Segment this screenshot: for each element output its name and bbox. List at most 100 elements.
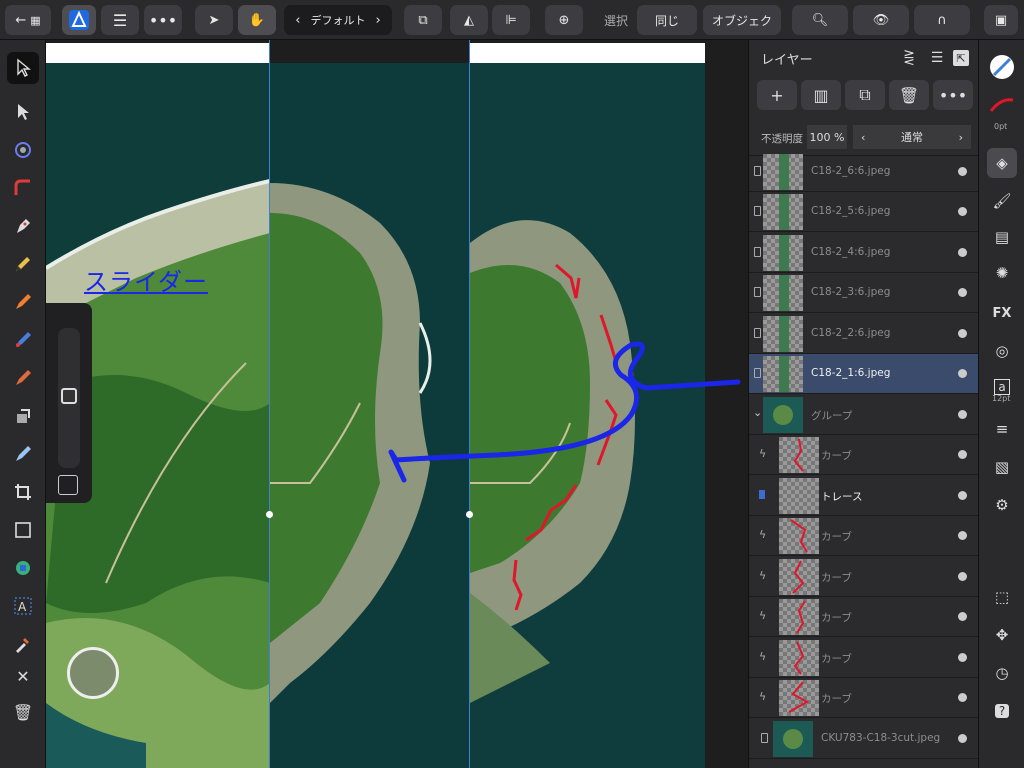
- delete-button[interactable]: 🗑︎: [7, 696, 39, 728]
- snapping-button[interactable]: ∩: [914, 5, 970, 35]
- move-tool[interactable]: [7, 52, 39, 84]
- visibility-dot[interactable]: [958, 612, 967, 621]
- layer-row-selected[interactable]: C18-2_1:6.jpeg: [749, 354, 979, 394]
- add-layer-button[interactable]: +: [757, 80, 797, 110]
- blend-mode-selector[interactable]: ‹ 通常 ›: [853, 125, 971, 149]
- effects-studio-button[interactable]: FX: [987, 298, 1017, 328]
- brushes-studio-button[interactable]: 🖌︎: [987, 186, 1017, 216]
- visibility-dot[interactable]: [958, 288, 967, 297]
- flip-horizontal-button[interactable]: ◭: [450, 5, 488, 35]
- layer-row[interactable]: C18-2_2:6.jpeg: [749, 314, 979, 354]
- command-controller-button[interactable]: [67, 647, 119, 699]
- select-object-button[interactable]: オブジェク: [703, 5, 781, 35]
- slider-thumb[interactable]: [61, 388, 77, 404]
- arrange-button[interactable]: ⧉: [404, 5, 442, 35]
- gradient-tool[interactable]: [7, 438, 39, 470]
- visibility-dot[interactable]: [958, 693, 967, 702]
- help-button[interactable]: ?: [987, 696, 1017, 726]
- pencil-tool[interactable]: [7, 248, 39, 280]
- visibility-dot[interactable]: [958, 734, 967, 743]
- chevron-down-icon[interactable]: ⌄: [753, 406, 762, 419]
- navigator-studio-button[interactable]: ◎: [987, 336, 1017, 366]
- transparency-icon: [17, 409, 30, 423]
- layer-row-group[interactable]: ⌄ グループ: [749, 395, 979, 435]
- layer-row[interactable]: ϟ カーブ: [749, 435, 979, 475]
- pen-tool[interactable]: [7, 210, 39, 242]
- rectangle-tool[interactable]: [7, 514, 39, 546]
- studio-toggle-button[interactable]: ▣: [984, 5, 1018, 35]
- stroke-studio-button[interactable]: [987, 90, 1017, 120]
- zoom-button[interactable]: 🔍︎: [792, 5, 848, 35]
- canvas-area[interactable]: [46, 40, 748, 768]
- context-preset-selector[interactable]: ‹ デフォルト ›: [284, 5, 392, 35]
- visibility-dot[interactable]: [958, 410, 967, 419]
- paragraph-studio-button[interactable]: ≡: [987, 414, 1017, 444]
- artistic-text-tool[interactable]: A: [7, 590, 39, 622]
- crop-tool[interactable]: [7, 476, 39, 508]
- history-studio-button[interactable]: ◷: [987, 658, 1017, 688]
- selection-handle[interactable]: [466, 511, 473, 518]
- layer-row[interactable]: ϟ カーブ: [749, 557, 979, 597]
- visibility-dot[interactable]: [958, 167, 967, 176]
- color-studio-button[interactable]: [987, 52, 1017, 82]
- document-settings-button[interactable]: ⚙︎: [987, 490, 1017, 520]
- add-mask-button[interactable]: ▥: [801, 80, 841, 110]
- brush-tool[interactable]: [7, 362, 39, 394]
- assets-studio-button[interactable]: ▧: [987, 452, 1017, 482]
- visibility-dot[interactable]: [958, 572, 967, 581]
- select-same-button[interactable]: 同じ: [637, 5, 697, 35]
- delete-layer-button[interactable]: 🗑︎: [889, 80, 929, 110]
- expand-icon[interactable]: [58, 475, 78, 495]
- visibility-dot[interactable]: [958, 491, 967, 500]
- appearance-studio-button[interactable]: ✺: [987, 258, 1017, 288]
- transform-studio-button[interactable]: ⬚: [987, 582, 1017, 612]
- visibility-dot[interactable]: [958, 369, 967, 378]
- layer-row[interactable]: トレース: [749, 476, 979, 516]
- opacity-value[interactable]: 100 %: [807, 125, 847, 149]
- layer-row[interactable]: C18-2_6:6.jpeg: [749, 152, 979, 192]
- red-curve: [512, 559, 523, 611]
- layer-visibility-options-icon[interactable]: ⋛: [899, 48, 919, 68]
- move-tool-context-button[interactable]: ➤: [195, 5, 233, 35]
- vector-brush-tool[interactable]: [7, 286, 39, 318]
- close-panel-button[interactable]: ✕: [7, 660, 39, 692]
- layer-row[interactable]: ϟ カーブ: [749, 638, 979, 678]
- point-transform-tool[interactable]: [7, 134, 39, 166]
- layer-row[interactable]: C18-2_5:6.jpeg: [749, 192, 979, 232]
- stock-studio-button[interactable]: ▤: [987, 222, 1017, 252]
- document-menu-button[interactable]: ☰: [101, 5, 139, 35]
- layer-row[interactable]: ϟ カーブ: [749, 516, 979, 556]
- hand-gesture-button[interactable]: ✋: [238, 5, 276, 35]
- fill-tool[interactable]: [7, 324, 39, 356]
- persona-designer-button[interactable]: [62, 5, 96, 35]
- align-button[interactable]: ⊫: [492, 5, 530, 35]
- visibility-dot[interactable]: [958, 450, 967, 459]
- back-to-gallery-button[interactable]: ← ▦: [5, 5, 51, 35]
- navigator-move-button[interactable]: ✥: [987, 620, 1017, 650]
- visibility-dot[interactable]: [958, 329, 967, 338]
- visibility-dot[interactable]: [958, 248, 967, 257]
- layer-row[interactable]: ϟ カーブ: [749, 597, 979, 637]
- corner-tool[interactable]: [7, 172, 39, 204]
- view-mode-button[interactable]: 👁︎: [853, 5, 909, 35]
- more-menu-button[interactable]: •••: [144, 5, 182, 35]
- transparency-tool[interactable]: [7, 400, 39, 432]
- shape-tool[interactable]: [7, 552, 39, 584]
- layer-row[interactable]: ϟ カーブ: [749, 678, 979, 718]
- boolean-add-button[interactable]: ⊕: [545, 5, 583, 35]
- layer-row[interactable]: C18-2_3:6.jpeg: [749, 273, 979, 313]
- layer-row[interactable]: CKU783-C18-3cut.jpeg: [749, 719, 979, 759]
- pin-panel-icon[interactable]: ⇱: [953, 50, 969, 66]
- layers-menu-icon[interactable]: ☰: [927, 48, 947, 68]
- color-picker-tool[interactable]: [7, 628, 39, 660]
- color-swatch-icon: [990, 55, 1014, 79]
- layer-more-button[interactable]: •••: [933, 80, 973, 110]
- visibility-dot[interactable]: [958, 207, 967, 216]
- visibility-dot[interactable]: [958, 531, 967, 540]
- selection-handle[interactable]: [266, 511, 273, 518]
- layer-row[interactable]: C18-2_4:6.jpeg: [749, 233, 979, 273]
- node-tool[interactable]: [7, 96, 39, 128]
- visibility-dot[interactable]: [958, 653, 967, 662]
- add-group-button[interactable]: ⧉: [845, 80, 885, 110]
- layers-studio-button[interactable]: ◈: [987, 148, 1017, 178]
